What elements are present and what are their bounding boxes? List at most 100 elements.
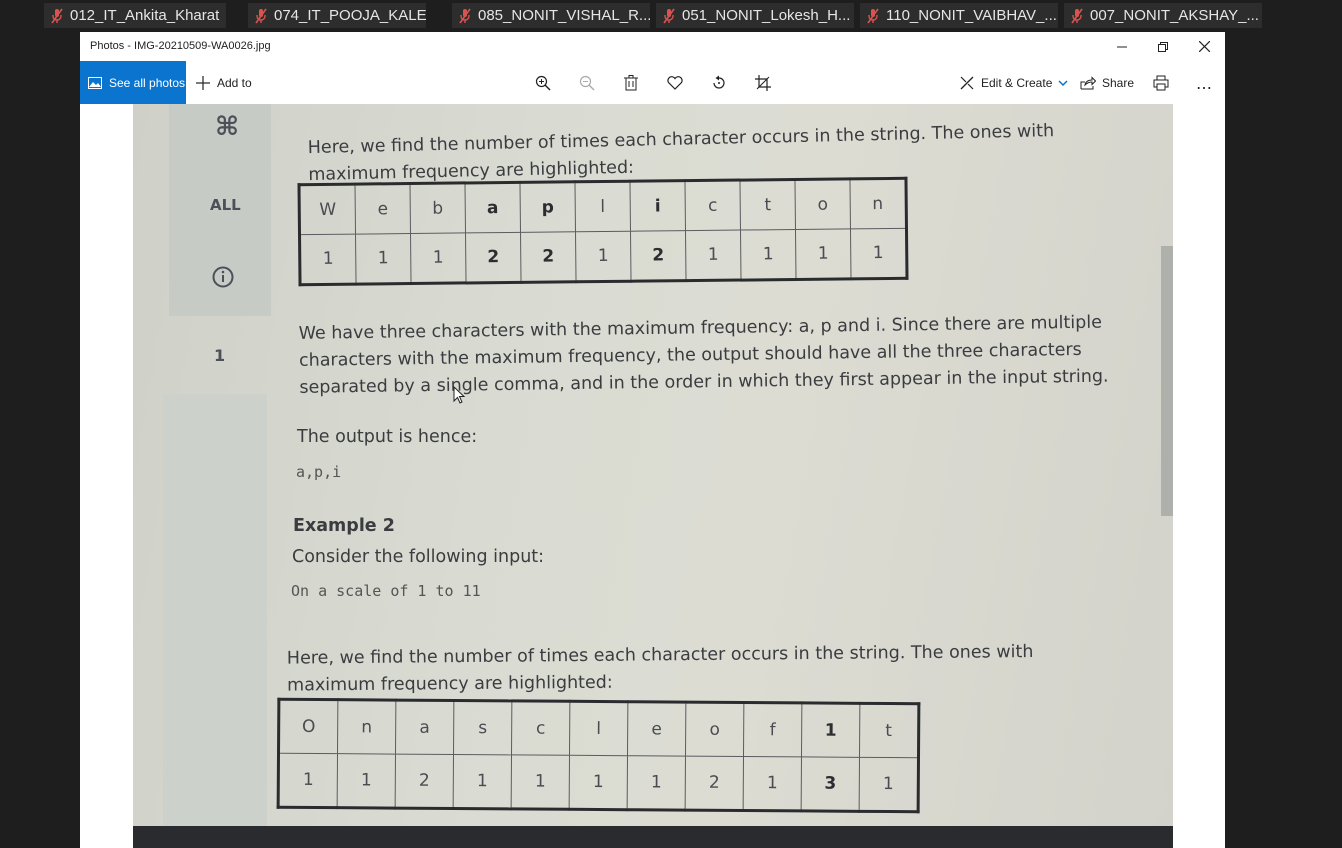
table-cell-character: a xyxy=(464,182,521,233)
participant-tile[interactable]: 085_NONIT_VISHAL_R... xyxy=(452,3,650,28)
table-cell-count: 2 xyxy=(520,231,577,283)
table-cell-count: 3 xyxy=(801,756,860,812)
table-cell-character: t xyxy=(739,179,796,231)
participant-tile[interactable]: 012_IT_Ankita_Kharat xyxy=(44,3,226,28)
frequency-table-1: Webaplicton 11122121111 xyxy=(297,176,909,287)
see-all-photos-button[interactable]: See all photos xyxy=(80,61,186,104)
table-cell-character: t xyxy=(859,703,919,758)
page-scrollbar xyxy=(1161,246,1173,516)
frequency-table-2: Onascleof1t 11211112131 xyxy=(276,697,921,814)
participant-name: 085_NONIT_VISHAL_R... xyxy=(478,7,650,24)
table-cell-character: o xyxy=(794,178,851,230)
table-cell-character: l xyxy=(574,181,631,232)
muted-mic-icon xyxy=(255,8,267,24)
print-button[interactable] xyxy=(1149,71,1173,95)
table-row-characters: Onascleof1t xyxy=(278,699,919,758)
close-button[interactable] xyxy=(1184,32,1224,61)
photo-canvas[interactable]: ⌘ ALL 1 Here, we find the number of time… xyxy=(133,104,1173,848)
table-cell-character: W xyxy=(298,184,356,235)
share-button[interactable]: Share xyxy=(1080,61,1134,104)
minimize-button[interactable] xyxy=(1102,32,1142,61)
table-cell-count: 1 xyxy=(685,230,742,281)
muted-mic-icon xyxy=(51,8,63,24)
edit-icon xyxy=(960,76,974,89)
crop-icon xyxy=(755,75,771,91)
participant-name: 074_IT_POOJA_KALE xyxy=(274,7,426,24)
command-symbol: ⌘ xyxy=(215,112,240,142)
page-sidebar-lower xyxy=(163,394,267,848)
mouse-cursor xyxy=(453,386,465,404)
photo-icon xyxy=(88,76,102,89)
table-cell-character: e xyxy=(354,183,411,235)
table-cell-count: 1 xyxy=(795,228,852,280)
table-cell-character: p xyxy=(519,181,576,233)
participant-name: 051_NONIT_Lokesh_H... xyxy=(682,7,851,24)
table-cell-count: 1 xyxy=(743,756,802,811)
participant-name: 012_IT_Ankita_Kharat xyxy=(70,7,220,24)
table-cell-count: 1 xyxy=(740,229,797,281)
table-cell-count: 1 xyxy=(410,232,467,284)
delete-button[interactable] xyxy=(619,71,643,95)
table-cell-character: b xyxy=(409,182,466,234)
table-cell-character: o xyxy=(685,702,744,757)
table-cell-character: i xyxy=(629,180,686,232)
paragraph-explanation: We have three characters with the maximu… xyxy=(298,312,1109,398)
print-icon xyxy=(1153,75,1169,91)
table-cell-character: a xyxy=(395,700,454,755)
table-cell-count: 1 xyxy=(299,234,357,285)
example-2-heading: Example 2 xyxy=(293,516,395,536)
info-icon xyxy=(212,266,234,288)
participant-tile[interactable]: 110_NONIT_VAIBHAV_... xyxy=(860,3,1058,28)
window-title: Photos - IMG-20210509-WA0026.jpg xyxy=(90,40,271,52)
muted-mic-icon xyxy=(867,8,879,24)
crop-button[interactable] xyxy=(751,71,775,95)
muted-mic-icon xyxy=(459,8,471,24)
table-cell-character: e xyxy=(627,701,686,757)
paragraph-frequency-intro-2: Here, we find the number of times each c… xyxy=(286,642,1034,696)
edit-create-button[interactable]: Edit & Create xyxy=(959,61,1074,104)
participant-tile[interactable]: 051_NONIT_Lokesh_H... xyxy=(656,3,854,28)
title-bar[interactable]: Photos - IMG-20210509-WA0026.jpg xyxy=(80,32,1225,61)
participant-name: 110_NONIT_VAIBHAV_... xyxy=(886,7,1057,24)
table-row-characters: Webaplicton xyxy=(298,178,907,235)
heart-icon xyxy=(667,76,683,90)
table-cell-count: 2 xyxy=(465,232,522,283)
participant-tile[interactable]: 074_IT_POOJA_KALE xyxy=(248,3,426,28)
zoom-in-button[interactable] xyxy=(531,71,555,95)
zoom-out-icon xyxy=(579,75,595,91)
input-example-2: On a scale of 1 to 11 xyxy=(291,582,481,600)
participant-tile[interactable]: 007_NONIT_AKSHAY_... xyxy=(1064,3,1262,28)
more-options-button[interactable]: … xyxy=(1192,71,1216,95)
trash-icon xyxy=(624,75,638,91)
paragraph-consider-input: Consider the following input: xyxy=(292,547,545,567)
add-to-label: Add to xyxy=(217,75,252,90)
table-cell-count: 1 xyxy=(859,757,919,812)
table-cell-character: c xyxy=(684,180,741,231)
table-cell-count: 2 xyxy=(630,230,687,282)
share-label: Share xyxy=(1102,75,1135,90)
paragraph-output-intro: The output is hence: xyxy=(297,427,478,447)
all-label: ALL xyxy=(210,196,241,214)
table-row-counts: 11122121111 xyxy=(299,228,908,285)
table-cell-count: 2 xyxy=(685,756,744,811)
chevron-down-icon xyxy=(1058,79,1068,86)
favorite-button[interactable] xyxy=(663,71,687,95)
table-cell-character: f xyxy=(743,702,802,757)
participant-strip: 012_IT_Ankita_Kharat 074_IT_POOJA_KALE 0… xyxy=(0,0,1342,32)
table-cell-count: 1 xyxy=(575,231,632,282)
table-cell-count: 2 xyxy=(395,754,454,809)
add-to-button[interactable]: Add to xyxy=(196,61,252,104)
zoom-out-button[interactable] xyxy=(575,71,599,95)
photographed-taskbar xyxy=(133,826,1173,848)
more-options-label: … xyxy=(1196,73,1212,93)
plus-icon xyxy=(196,75,210,90)
participant-name: 007_NONIT_AKSHAY_... xyxy=(1090,7,1259,24)
minimize-icon xyxy=(1117,46,1127,47)
rotate-button[interactable] xyxy=(707,71,731,95)
table-cell-count: 1 xyxy=(850,228,908,279)
table-cell-count: 1 xyxy=(569,755,628,810)
restore-button[interactable] xyxy=(1143,32,1183,61)
page-number: 1 xyxy=(214,346,226,365)
table-cell-count: 1 xyxy=(337,753,396,809)
table-cell-character: l xyxy=(569,701,628,756)
